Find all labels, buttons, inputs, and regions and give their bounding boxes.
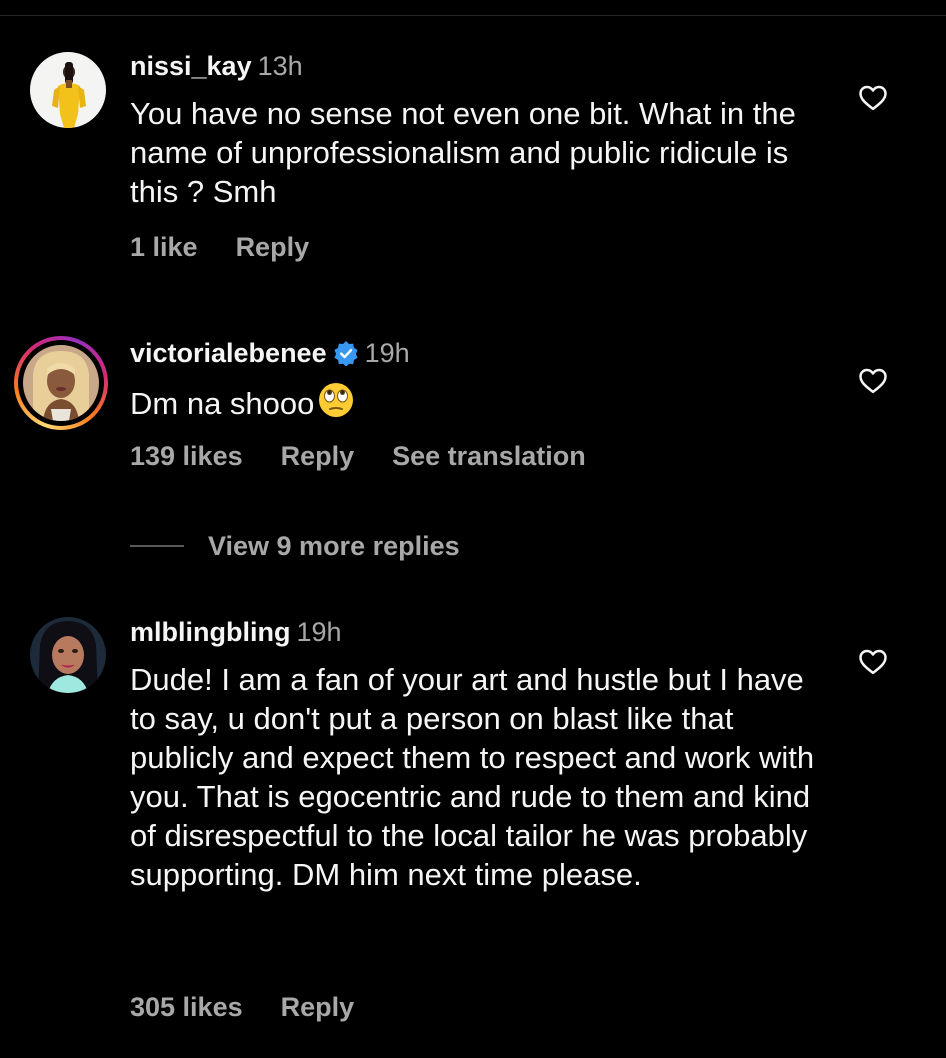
timestamp: 19h bbox=[364, 338, 410, 368]
avatar-image-nissi-kay bbox=[30, 52, 106, 128]
like-count[interactable]: 305 likes bbox=[130, 992, 243, 1022]
face-with-rolling-eyes-icon bbox=[319, 383, 354, 417]
comment-actions: 305 likes Reply bbox=[130, 991, 392, 1023]
story-ring[interactable] bbox=[14, 336, 108, 430]
view-more-replies-label[interactable]: View 9 more replies bbox=[208, 531, 460, 562]
reply-button[interactable]: Reply bbox=[281, 441, 355, 471]
like-count[interactable]: 1 like bbox=[130, 232, 198, 262]
comment-text-row: Dm na shooo bbox=[130, 380, 830, 423]
comment-meta: nissi_kay 13h bbox=[130, 50, 303, 82]
reply-button[interactable]: Reply bbox=[236, 232, 310, 262]
username[interactable]: nissi_kay bbox=[130, 51, 252, 81]
heart-outline-icon[interactable] bbox=[858, 83, 888, 111]
verified-badge-icon bbox=[333, 341, 358, 366]
view-more-replies[interactable]: View 9 more replies bbox=[130, 530, 460, 562]
reply-button[interactable]: Reply bbox=[281, 992, 355, 1022]
heart-outline-icon[interactable] bbox=[858, 366, 888, 394]
avatar[interactable] bbox=[30, 52, 106, 128]
avatar-image-victorialebenee bbox=[23, 345, 99, 421]
comment-text: You have no sense not even one bit. What… bbox=[130, 96, 796, 209]
see-translation-button[interactable]: See translation bbox=[392, 441, 586, 471]
comment-meta: victorialebenee 19h bbox=[130, 337, 410, 369]
timestamp: 13h bbox=[257, 51, 303, 81]
heart-outline-icon[interactable] bbox=[858, 647, 888, 675]
avatar[interactable] bbox=[23, 345, 99, 421]
comment-actions: 139 likes Reply See translation bbox=[130, 440, 624, 472]
username[interactable]: mlblingbling bbox=[130, 617, 290, 647]
username[interactable]: victorialebenee bbox=[130, 338, 327, 368]
replies-divider bbox=[130, 545, 184, 547]
like-count[interactable]: 139 likes bbox=[130, 441, 243, 471]
comment-text: Dm na shooo bbox=[130, 386, 315, 421]
avatar-image-mlblingbling bbox=[30, 617, 106, 693]
top-divider bbox=[0, 15, 946, 16]
comment-text: Dude! I am a fan of your art and hustle … bbox=[130, 662, 815, 892]
comment-meta: mlblingbling 19h bbox=[130, 616, 342, 648]
comment-actions: 1 like Reply bbox=[130, 231, 347, 263]
timestamp: 19h bbox=[296, 617, 342, 647]
avatar[interactable] bbox=[30, 617, 106, 693]
